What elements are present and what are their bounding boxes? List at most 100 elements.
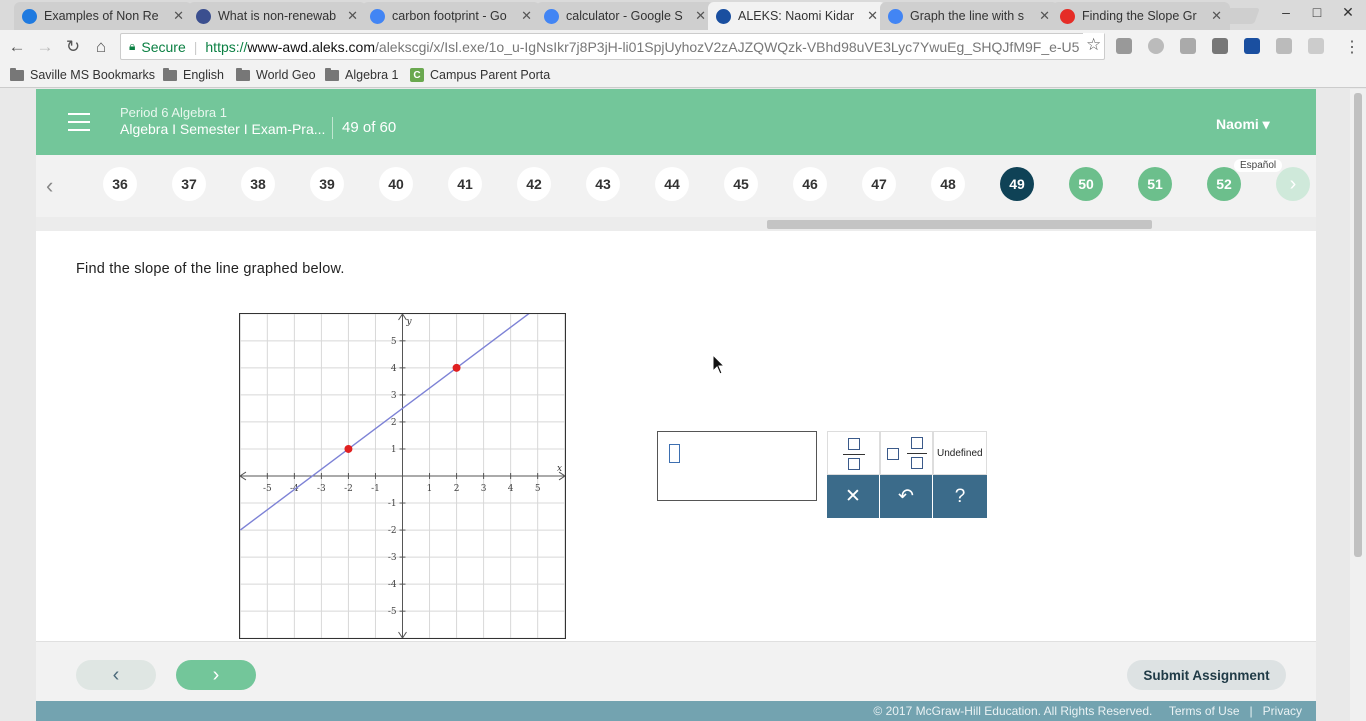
nav-next-icon[interactable]: ›: [1276, 167, 1310, 201]
y-tick-label: -3: [388, 553, 397, 563]
y-tick-label: 2: [391, 418, 397, 428]
secure-label: Secure: [141, 38, 186, 55]
question-number-42[interactable]: 42: [517, 167, 551, 201]
question-number-39[interactable]: 39: [310, 167, 344, 201]
question-number-50[interactable]: 50: [1069, 167, 1103, 201]
close-tab-icon[interactable]: ✕: [867, 8, 878, 24]
extension-screen-icon[interactable]: [1276, 38, 1292, 54]
tab-title: ALEKS: Naomi Kidar: [738, 9, 855, 23]
mixed-number-button[interactable]: [880, 431, 933, 475]
x-tick-label: 3: [481, 484, 487, 494]
forward-icon[interactable]: →: [34, 37, 56, 57]
undo-button[interactable]: ↶: [880, 475, 932, 518]
bookmark-world-geo[interactable]: World Geo: [236, 67, 316, 82]
browser-tab[interactable]: What is non-renewab ✕: [188, 2, 366, 30]
extension-location-icon[interactable]: [1212, 38, 1228, 54]
question-number-52[interactable]: 52: [1207, 167, 1241, 201]
clear-icon: ✕: [845, 486, 861, 507]
question-number-46[interactable]: 46: [793, 167, 827, 201]
mouse-cursor-icon: [712, 354, 726, 375]
maximize-icon[interactable]: □: [1302, 4, 1332, 20]
browser-tab[interactable]: Graph the line with s ✕: [880, 2, 1058, 30]
bookmark-star-icon[interactable]: ☆: [1083, 33, 1105, 57]
question-number-47[interactable]: 47: [862, 167, 896, 201]
terms-link[interactable]: Terms of Use: [1169, 704, 1240, 718]
numerator-box-icon: [848, 438, 860, 450]
fraction-button[interactable]: [827, 431, 880, 475]
extension-window-icon[interactable]: [1308, 38, 1324, 54]
assignment-title[interactable]: Algebra I Semester I Exam-Pra...: [120, 121, 325, 137]
page-scrollbar[interactable]: [1350, 89, 1366, 721]
help-button[interactable]: ?: [933, 475, 987, 518]
previous-question-button[interactable]: ‹: [76, 660, 156, 690]
x-tick-label: -3: [317, 484, 326, 494]
close-window-icon[interactable]: ✕: [1333, 4, 1363, 21]
close-tab-icon[interactable]: ✕: [695, 8, 706, 24]
copyright-text: © 2017 McGraw-Hill Education. All Rights…: [873, 704, 1153, 718]
close-tab-icon[interactable]: ✕: [521, 8, 532, 24]
back-icon[interactable]: ←: [6, 37, 28, 57]
next-question-button[interactable]: ›: [176, 660, 256, 690]
tab-title: What is non-renewab: [218, 9, 337, 23]
hamburger-menu-icon[interactable]: [68, 113, 90, 131]
question-number-49[interactable]: 49: [1000, 167, 1034, 201]
x-tick-label: 2: [454, 484, 460, 494]
question-number-48[interactable]: 48: [931, 167, 965, 201]
chevron-left-icon: ‹: [112, 663, 120, 686]
submit-assignment-button[interactable]: Submit Assignment: [1127, 660, 1286, 690]
y-tick-label: 4: [391, 364, 397, 374]
question-number-51[interactable]: 51: [1138, 167, 1172, 201]
close-tab-icon[interactable]: ✕: [347, 8, 358, 24]
home-icon[interactable]: ⌂: [90, 37, 112, 57]
browser-menu-icon[interactable]: ⋮: [1344, 37, 1360, 57]
browser-tab[interactable]: ALEKS: Naomi Kidar ✕: [708, 2, 886, 30]
question-number-38[interactable]: 38: [241, 167, 275, 201]
bookmark-campus-parent[interactable]: C Campus Parent Porta: [410, 68, 550, 82]
reload-icon[interactable]: ↻: [62, 37, 84, 57]
privacy-link[interactable]: Privacy: [1263, 704, 1302, 718]
bookmark-label: Campus Parent Porta: [430, 68, 551, 82]
close-tab-icon[interactable]: ✕: [173, 8, 184, 24]
new-tab-button[interactable]: [1222, 8, 1260, 24]
footer-divider: |: [1249, 704, 1253, 718]
extension-help-icon[interactable]: [1148, 38, 1164, 54]
espanol-toggle[interactable]: Español: [1234, 159, 1283, 172]
cast-icon[interactable]: [1116, 38, 1132, 54]
nav-prev-icon[interactable]: ‹: [46, 173, 53, 199]
bookmark-saville[interactable]: Saville MS Bookmarks: [10, 67, 156, 82]
question-number-45[interactable]: 45: [724, 167, 758, 201]
google-icon: [370, 8, 385, 24]
navigator-scroll-thumb[interactable]: [767, 220, 1152, 229]
close-tab-icon[interactable]: ✕: [1211, 8, 1222, 24]
address-bar[interactable]: 🔒︎ Secure | https:// www-awd.aleks.com /…: [120, 33, 1105, 60]
bookmark-algebra[interactable]: Algebra 1: [325, 67, 399, 82]
browser-tab[interactable]: calculator - Google S ✕: [536, 2, 714, 30]
chevron-right-icon: ›: [212, 663, 220, 686]
y-axis-label: y: [405, 317, 412, 327]
question-prompt: Find the slope of the line graphed below…: [76, 261, 345, 277]
bookmark-english[interactable]: English: [163, 67, 224, 82]
minimize-icon[interactable]: –: [1271, 4, 1301, 20]
question-number-43[interactable]: 43: [586, 167, 620, 201]
tab-title: Finding the Slope Gr: [1082, 9, 1197, 23]
extension-book-icon[interactable]: [1180, 38, 1196, 54]
question-number-41[interactable]: 41: [448, 167, 482, 201]
question-number-37[interactable]: 37: [172, 167, 206, 201]
question-number-40[interactable]: 40: [379, 167, 413, 201]
undefined-button[interactable]: Undefined: [933, 431, 987, 475]
browser-tab[interactable]: carbon footprint - Go ✕: [362, 2, 540, 30]
answer-input[interactable]: [657, 431, 817, 501]
browser-tab[interactable]: Finding the Slope Gr ✕: [1052, 2, 1230, 30]
question-number-36[interactable]: 36: [103, 167, 137, 201]
extension-blue-icon[interactable]: [1244, 38, 1260, 54]
clear-button[interactable]: ✕: [827, 475, 879, 518]
y-tick-label: -4: [388, 580, 397, 590]
help-icon: ?: [954, 485, 966, 507]
bookmark-label: Saville MS Bookmarks: [30, 68, 156, 82]
browser-tab[interactable]: Examples of Non Re ✕: [14, 2, 192, 30]
x-tick-label: 1: [427, 484, 433, 494]
question-number-44[interactable]: 44: [655, 167, 689, 201]
close-tab-icon[interactable]: ✕: [1039, 8, 1050, 24]
user-menu[interactable]: Naomi ▾: [1216, 116, 1270, 133]
page-scroll-thumb[interactable]: [1354, 93, 1362, 557]
